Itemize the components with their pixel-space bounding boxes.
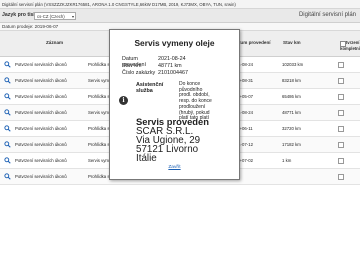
row-type: Prohlídka s xyxy=(88,126,110,131)
header-stav: Stav km xyxy=(283,40,301,45)
language-bar: Jazyk pro tisk: cs-CZ (Czech) ▾ Digitáln… xyxy=(0,9,360,23)
select-all-checkbox[interactable] xyxy=(340,41,346,47)
row-type: Prohlídka s xyxy=(88,62,110,67)
search-icon[interactable] xyxy=(4,93,11,100)
row-checkbox[interactable] xyxy=(338,126,344,132)
row-km: 48771 km xyxy=(282,110,301,115)
search-icon[interactable] xyxy=(4,109,11,116)
row-type: Servis vyme xyxy=(88,158,112,163)
row-record: Potvrzení servisních úkonů xyxy=(15,62,67,67)
row-checkbox[interactable] xyxy=(338,174,344,180)
search-icon[interactable] xyxy=(4,173,11,180)
row-checkbox[interactable] xyxy=(338,158,344,164)
row-record: Potvrzení servisních úkonů xyxy=(15,174,67,179)
row-type: Prohlídka s xyxy=(88,174,110,179)
row-km: 102033 km xyxy=(282,62,304,67)
info-icon: i xyxy=(119,96,128,105)
row-type: Servis vyme xyxy=(88,78,112,83)
chevron-down-icon: ▾ xyxy=(71,13,74,19)
km-label: Stav km xyxy=(122,63,142,69)
row-type: Prohlídka s xyxy=(88,94,110,99)
row-km: 17182 km xyxy=(282,142,301,147)
order-value: 2101004467 xyxy=(158,70,188,76)
window-title: Digitální servisní plán (VSSZZZKJZKR1765… xyxy=(2,2,236,7)
row-checkbox[interactable] xyxy=(338,78,344,84)
assist-label-line2: služba xyxy=(136,88,153,94)
row-km: 32720 km xyxy=(282,126,301,131)
row-record: Potvrzení servisních úkonů xyxy=(15,158,67,163)
language-select[interactable]: cs-CZ (Czech) ▾ xyxy=(34,11,76,20)
search-icon[interactable] xyxy=(4,77,11,84)
language-label: Jazyk pro tisk: xyxy=(2,12,39,18)
row-record: Potvrzení servisních úkonů xyxy=(15,126,67,131)
window-title-bar: Digitální servisní plán (VSSZZZKJZKR1765… xyxy=(0,0,360,9)
row-record: Potvrzení servisních úkonů xyxy=(15,110,67,115)
km-value: 48771 km xyxy=(158,63,182,69)
header-zaznam: Záznam xyxy=(46,40,64,45)
search-icon[interactable] xyxy=(4,141,11,148)
search-icon[interactable] xyxy=(4,125,11,132)
date-value: 2021-08-24 xyxy=(158,56,186,62)
address-line-4: Itálie xyxy=(136,153,157,164)
row-type: Prohlídka s xyxy=(88,142,110,147)
row-km: 65486 km xyxy=(282,94,301,99)
assist-label: Asistenční služba xyxy=(136,82,163,94)
row-record: Potvrzení servisních úkonů xyxy=(15,78,67,83)
row-checkbox[interactable] xyxy=(338,110,344,116)
row-checkbox[interactable] xyxy=(338,62,344,68)
row-type: Servis vyme xyxy=(88,110,112,115)
service-detail-dialog: Servis vymeny oleje Datum provedení 2021… xyxy=(109,29,240,180)
row-checkbox[interactable] xyxy=(338,142,344,148)
row-checkbox[interactable] xyxy=(338,94,344,100)
order-label: Číslo zakázky xyxy=(122,70,156,76)
close-button[interactable]: Zavřít xyxy=(110,165,239,170)
app-title: Digitální servisní plán xyxy=(298,12,356,18)
header-potvrzeni: Potvrzení kompletní xyxy=(320,31,360,57)
search-icon[interactable] xyxy=(4,61,11,68)
row-record: Potvrzení servisních úkonů xyxy=(15,94,67,99)
row-km: 1 km xyxy=(282,158,292,163)
dialog-title: Servis vymeny oleje xyxy=(134,38,215,48)
search-icon[interactable] xyxy=(4,157,11,164)
row-record: Potvrzení servisních úkonů xyxy=(15,142,67,147)
language-select-value: cs-CZ (Czech) xyxy=(37,13,65,19)
row-km: 83218 km xyxy=(282,78,301,83)
